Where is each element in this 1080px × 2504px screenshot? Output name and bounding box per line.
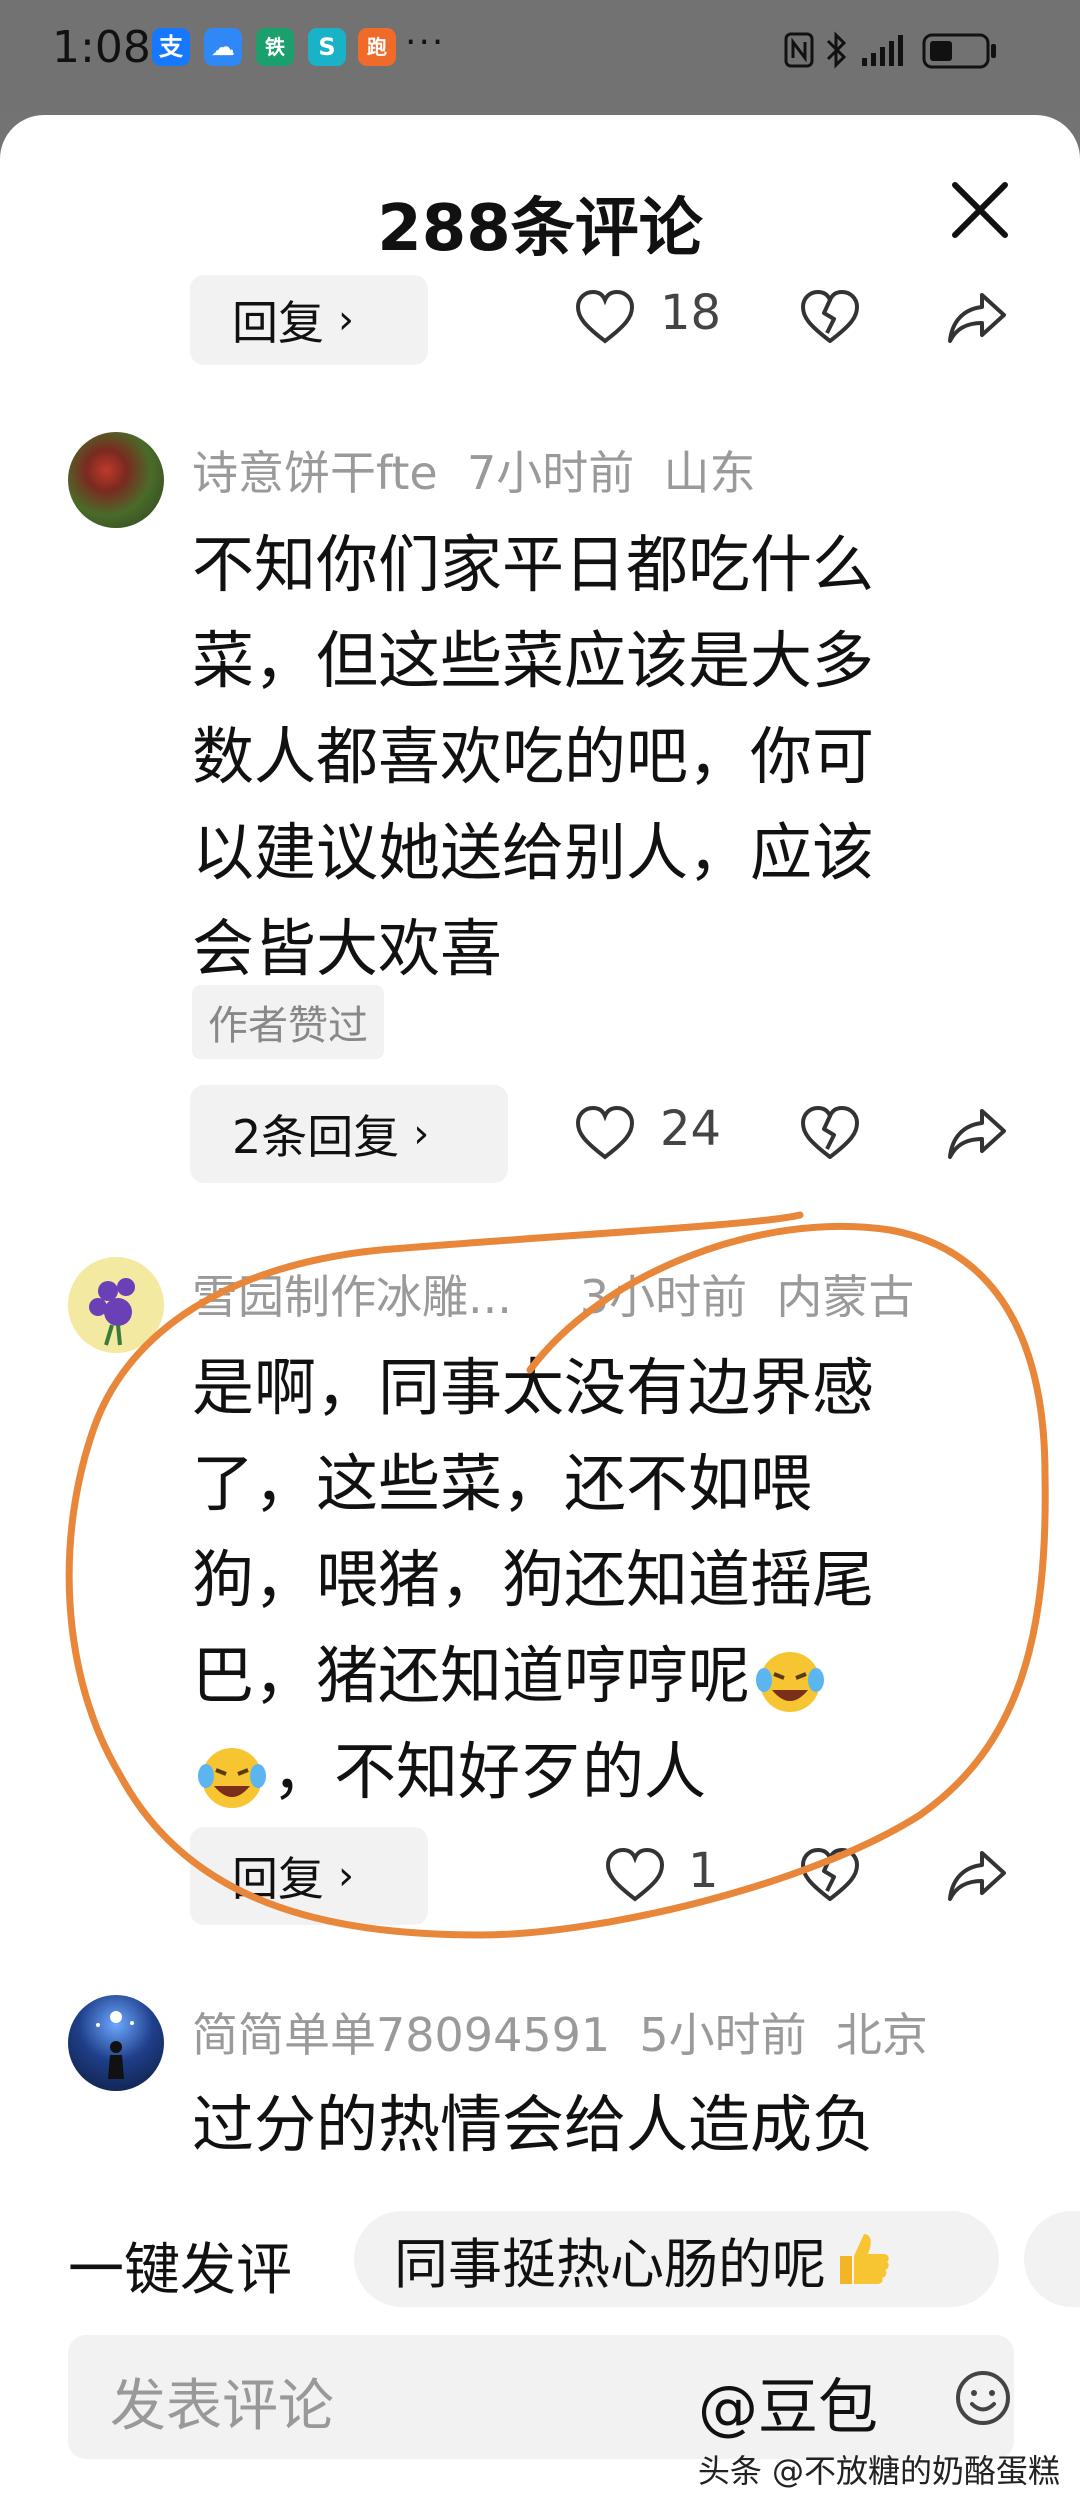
status-indicators bbox=[784, 28, 1024, 72]
like-count: 18 bbox=[660, 285, 722, 341]
share-arrow-icon bbox=[948, 1109, 1006, 1159]
close-icon bbox=[952, 182, 1008, 238]
reply-label: 回复 bbox=[232, 296, 324, 350]
comment-line: 巴，猪还知道哼哼呢 bbox=[192, 1628, 992, 1724]
reply-button[interactable]: 回复 › bbox=[190, 275, 428, 365]
like-button[interactable] bbox=[572, 1101, 638, 1167]
comments-count-title: 288条评论 bbox=[377, 192, 703, 266]
comment-time: 7小时前 bbox=[466, 446, 635, 500]
avatar[interactable] bbox=[68, 1995, 164, 2091]
metro-app-icon: 铁 bbox=[256, 28, 294, 66]
comment-line: 会皆大欢喜 bbox=[192, 912, 503, 985]
battery-icon bbox=[922, 33, 996, 69]
comment-time: 5小时前 bbox=[639, 2008, 807, 2062]
comment-line: 过分的热情会给人造成负 bbox=[192, 2088, 875, 2161]
comment-location: 山东 bbox=[663, 446, 756, 500]
quick-comment-chip-next[interactable] bbox=[1024, 2211, 1080, 2307]
comment-line: 菜，但这些菜应该是大多 bbox=[192, 624, 875, 697]
username[interactable]: 简简单单78094591 bbox=[192, 2008, 610, 2062]
signal-icon bbox=[862, 35, 903, 66]
comment-meta: 简简单单78094591 5小时前 北京 bbox=[192, 1999, 928, 2065]
share-arrow-icon bbox=[948, 1851, 1006, 1901]
like-button[interactable] bbox=[602, 1843, 668, 1909]
laugh-cry-emoji-icon bbox=[750, 1640, 830, 1720]
username[interactable]: 雪园制作冰雕... bbox=[192, 1270, 512, 1324]
chevron-right-icon: › bbox=[338, 297, 354, 343]
comment-line-text: ，不知好歹的人 bbox=[272, 1735, 707, 1808]
share-button[interactable] bbox=[944, 285, 1010, 351]
comment-line: 是啊，同事太没有边界感 bbox=[192, 1351, 875, 1424]
quick-comment-chip[interactable]: 同事挺热心肠的呢 bbox=[354, 2211, 999, 2307]
status-time: 1:08 bbox=[52, 22, 151, 73]
view-replies-button[interactable]: 2条回复 › bbox=[190, 1085, 508, 1183]
chevron-right-icon: › bbox=[413, 1111, 430, 1157]
broken-heart-icon bbox=[801, 1106, 859, 1159]
figure-silhouette-icon bbox=[96, 2011, 134, 2079]
broken-heart-icon bbox=[801, 1848, 859, 1901]
comments-sheet: 288条评论 回复 › 18 诗意饼干fte 7小时前 山东 不知你们家平日都吃什… bbox=[0, 115, 1080, 2504]
username[interactable]: 诗意饼干fte bbox=[192, 446, 438, 500]
heart-icon bbox=[605, 1847, 665, 1902]
alipay-icon: 支 bbox=[152, 28, 190, 66]
heart-icon bbox=[575, 1105, 635, 1160]
cloud-app-icon: ☁ bbox=[204, 28, 242, 66]
comment-line: ，不知好歹的人 bbox=[192, 1724, 992, 1820]
laugh-cry-emoji-icon bbox=[192, 1736, 272, 1816]
comment-line: 不知你们家平日都吃什么 bbox=[192, 528, 875, 601]
comment-line: 狗，喂猪，狗还知道摇尾 bbox=[192, 1543, 875, 1616]
heart-icon bbox=[575, 289, 635, 344]
status-bar: 1:08 支 ☁ 铁 S 跑 ··· bbox=[0, 0, 1080, 110]
comment-line: 以建议她送给别人，应该 bbox=[192, 816, 875, 889]
quick-comment-text: 同事挺热心肠的呢 bbox=[394, 2232, 826, 2296]
smiley-icon bbox=[956, 2371, 1010, 2425]
comment-location: 内蒙古 bbox=[776, 1270, 915, 1324]
chevron-right-icon: › bbox=[338, 1853, 354, 1899]
comment-text: 过分的热情会给人造成负 bbox=[192, 2077, 992, 2173]
replies-label: 2条回复 bbox=[232, 1110, 400, 1164]
reply-label: 回复 bbox=[232, 1852, 324, 1906]
quick-comment-label: 一键发评 bbox=[68, 2238, 292, 2303]
like-count: 24 bbox=[660, 1101, 722, 1157]
author-liked-badge: 作者赞过 bbox=[192, 985, 384, 1059]
more-notifications-icon: ··· bbox=[405, 22, 446, 63]
bluetooth-icon bbox=[826, 31, 847, 69]
like-count: 1 bbox=[688, 1843, 719, 1899]
avatar[interactable] bbox=[68, 1257, 164, 1353]
nfc-icon bbox=[784, 32, 814, 68]
bottom-composer: 一键发评 同事挺热心肠的呢 发表评论 @豆包 头条 @不放糖的奶酪蛋糕 bbox=[0, 2175, 1080, 2504]
mention-doubao-button[interactable]: @豆包 bbox=[698, 2359, 878, 2446]
thumbs-up-emoji-icon bbox=[832, 2228, 894, 2290]
comment-line-text: 巴，猪还知道哼哼呢 bbox=[192, 1639, 751, 1712]
reply-button[interactable]: 回复 › bbox=[190, 1827, 428, 1925]
comment-meta: 诗意饼干fte 7小时前 山东 bbox=[192, 437, 756, 503]
paw-bouquet-icon bbox=[89, 1278, 135, 1346]
comment-line: 数人都喜欢吃的吧，你可 bbox=[192, 720, 875, 793]
comment-location: 北京 bbox=[835, 2008, 928, 2062]
comment-line: 了，这些菜，还不如喂 bbox=[192, 1447, 813, 1520]
comment-text: 不知你们家平日都吃什么 菜，但这些菜应该是大多 数人都喜欢吃的吧，你可 以建议她… bbox=[192, 517, 992, 997]
watermark: 头条 @不放糖的奶酪蛋糕 bbox=[697, 2452, 1060, 2490]
like-button[interactable] bbox=[572, 285, 638, 351]
share-button[interactable] bbox=[944, 1843, 1010, 1909]
comment-text: 是啊，同事太没有边界感 了，这些菜，还不如喂 狗，喂猪，狗还知道摇尾 巴，猪还知… bbox=[192, 1340, 992, 1820]
runner-app-icon: 跑 bbox=[358, 28, 396, 66]
dislike-button[interactable] bbox=[797, 285, 863, 351]
avatar[interactable] bbox=[68, 432, 164, 528]
share-arrow-icon bbox=[948, 293, 1006, 343]
dislike-button[interactable] bbox=[797, 1843, 863, 1909]
comment-meta: 雪园制作冰雕... 3小时前 内蒙古 bbox=[192, 1261, 914, 1327]
comment-input[interactable]: 发表评论 @豆包 bbox=[68, 2335, 1014, 2459]
dislike-button[interactable] bbox=[797, 1101, 863, 1167]
comment-time: 3小时前 bbox=[579, 1270, 748, 1324]
comment-input-placeholder: 发表评论 bbox=[110, 2374, 334, 2439]
broken-heart-icon bbox=[801, 290, 859, 343]
close-button[interactable] bbox=[945, 175, 1015, 245]
emoji-picker-button[interactable] bbox=[954, 2369, 1012, 2427]
s-app-icon: S bbox=[308, 28, 346, 66]
share-button[interactable] bbox=[944, 1101, 1010, 1167]
